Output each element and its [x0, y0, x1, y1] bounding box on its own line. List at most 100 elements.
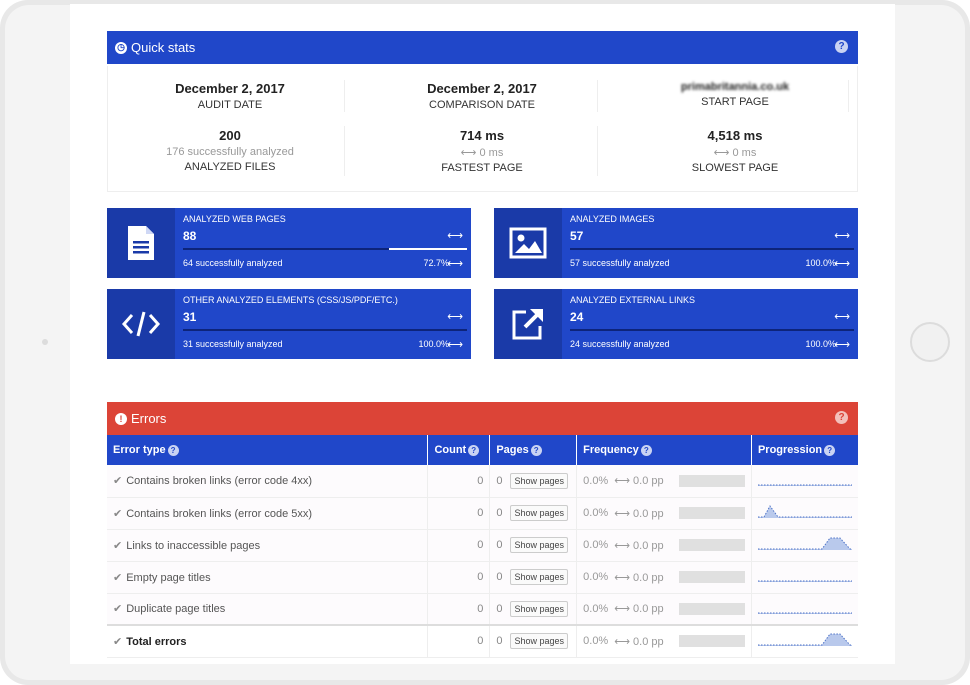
show-pages-button[interactable]: Show pages	[510, 600, 568, 617]
col-error-type[interactable]: Error type?	[107, 435, 429, 465]
sparkline-area	[757, 506, 852, 518]
code-icon	[107, 289, 175, 359]
count-cell: 0	[427, 529, 491, 562]
help-icon: ?	[640, 444, 652, 456]
frequency-cell: 0.0% ⟷ 0.0 pp	[576, 465, 752, 498]
progress-bar	[570, 248, 854, 250]
count-cell: 0	[427, 465, 491, 498]
show-pages-button[interactable]: Show pages	[510, 505, 568, 521]
compare-arrow-icon: ⟷	[834, 311, 850, 323]
sparkline-area	[757, 484, 852, 486]
image-icon	[494, 208, 562, 278]
help-icon: ?	[530, 444, 542, 456]
quick-stats-title: Quick stats	[131, 40, 196, 55]
sparkline	[757, 633, 852, 647]
compare-arrow-icon: ⟷	[834, 230, 850, 242]
pages-cell: 0 Show pages	[489, 624, 578, 658]
check-icon: ✔	[113, 507, 123, 520]
compare-arrow-icon: ⟷	[834, 258, 850, 270]
sparkline	[757, 580, 852, 582]
frequency-cell: 0.0% ⟷ 0.0 pp	[576, 497, 752, 530]
count-cell: 0	[427, 624, 491, 658]
col-frequency[interactable]: Frequency?	[576, 435, 752, 465]
progression-cell	[751, 624, 858, 658]
show-pages-button[interactable]: Show pages	[510, 472, 568, 489]
external-link-icon	[494, 289, 562, 359]
check-icon: ✔	[113, 571, 123, 584]
count-cell: 0	[427, 593, 491, 626]
col-progression[interactable]: Progression?	[751, 435, 858, 465]
card-web-pages[interactable]: ANALYZED WEB PAGES 88 ⟷ 64 successfully …	[107, 208, 471, 278]
count-cell: 0	[427, 497, 491, 530]
card-images[interactable]: ANALYZED IMAGES 57 ⟷ 57 successfully ana…	[494, 208, 858, 278]
frequency-bar	[678, 507, 745, 519]
compare-arrow-icon: ⟷	[447, 311, 463, 323]
stat-comparison-date: December 2, 2017 COMPARISON DATE	[427, 81, 537, 111]
card-other-elements[interactable]: OTHER ANALYZED ELEMENTS (CSS/JS/PDF/ETC.…	[107, 289, 471, 359]
help-icon: ?	[468, 444, 480, 456]
error-type-cell: ✔ Empty page titles	[107, 561, 429, 594]
show-pages-button[interactable]: Show pages	[510, 633, 568, 650]
sparkline-area	[757, 612, 852, 614]
compare-arrow-icon: ⟷	[834, 339, 850, 351]
sparkline	[757, 505, 852, 518]
show-pages-button[interactable]: Show pages	[510, 569, 568, 585]
stat-start-page: primabritannia.co.uk START PAGE	[615, 81, 855, 108]
sparkline	[757, 612, 852, 614]
compare-arrow-icon: ⟷	[447, 339, 463, 351]
progress-bar	[183, 329, 467, 331]
stat-fastest-page: 714 ms ⟷ 0 ms FASTEST PAGE	[441, 128, 523, 174]
progression-cell	[751, 561, 858, 594]
progression-cell	[751, 593, 858, 626]
sparkline-area	[757, 634, 852, 647]
col-pages[interactable]: Pages?	[489, 435, 578, 465]
clock-icon: ◷	[115, 41, 127, 54]
errors-header: ! Errors ?	[107, 402, 858, 435]
show-pages-button[interactable]: Show pages	[510, 537, 568, 553]
start-page-link[interactable]: primabritannia.co.uk	[615, 81, 855, 93]
table-row: ✔ Contains broken links (error code 5xx) 0…	[107, 497, 858, 530]
check-icon: ✔	[113, 539, 123, 552]
sparkline-area	[757, 538, 852, 550]
table-header-row: Error type? Count? Pages? Frequency? Pro…	[107, 435, 858, 465]
table-row: ✔ Empty page titles 0 0 Show pages 0.0% ⟷ 0.0 …	[107, 561, 858, 594]
pages-cell: 0 Show pages	[489, 561, 578, 594]
progression-cell	[751, 465, 858, 498]
compare-arrow-icon: ⟷	[447, 230, 463, 242]
alert-icon: !	[115, 412, 127, 425]
error-type-cell: ✔ Duplicate page titles	[107, 593, 429, 626]
document-icon	[107, 208, 175, 278]
frequency-bar	[678, 474, 745, 487]
quick-stats-header: ◷ Quick stats ?	[107, 31, 858, 64]
table-row: ✔ Duplicate page titles 0 0 Show pages 0.0% ⟷ …	[107, 593, 858, 626]
screen: ◷ Quick stats ? December 2, 2017 AUDIT D…	[70, 4, 895, 664]
frequency-bar	[678, 602, 745, 615]
error-type-cell: ✔ Contains broken links (error code 4xx)	[107, 465, 429, 498]
col-count[interactable]: Count?	[427, 435, 491, 465]
help-icon[interactable]: ?	[835, 411, 848, 424]
stat-audit-date: December 2, 2017 AUDIT DATE	[175, 81, 285, 111]
check-icon: ✔	[113, 603, 123, 616]
home-button[interactable]	[910, 322, 950, 362]
error-type-cell: ✔ Total errors	[107, 624, 429, 658]
frequency-bar	[678, 539, 745, 551]
progression-cell	[751, 497, 858, 530]
card-external-links[interactable]: ANALYZED EXTERNAL LINKS 24 ⟷ 24 successf…	[494, 289, 858, 359]
help-icon[interactable]: ?	[835, 40, 848, 53]
error-type-cell: ✔ Contains broken links (error code 5xx)	[107, 497, 429, 530]
sparkline	[757, 484, 852, 486]
count-cell: 0	[427, 561, 491, 594]
sparkline	[757, 537, 852, 550]
stat-analyzed-files: 200 176 successfully analyzed ANALYZED F…	[166, 128, 294, 173]
frequency-bar	[678, 571, 745, 583]
pages-cell: 0 Show pages	[489, 497, 578, 530]
error-type-cell: ✔ Links to inaccessible pages	[107, 529, 429, 562]
progress-bar	[183, 248, 467, 250]
progress-bar	[570, 329, 854, 331]
pages-cell: 0 Show pages	[489, 529, 578, 562]
help-icon: ?	[167, 444, 179, 456]
table-row: ✔ Contains broken links (error code 4xx) 0…	[107, 465, 858, 498]
table-row: ✔ Links to inaccessible pages 0 0 Show pages…	[107, 529, 858, 562]
quick-stats-box: December 2, 2017 AUDIT DATE December 2, …	[107, 66, 858, 192]
sparkline-area	[757, 581, 852, 582]
